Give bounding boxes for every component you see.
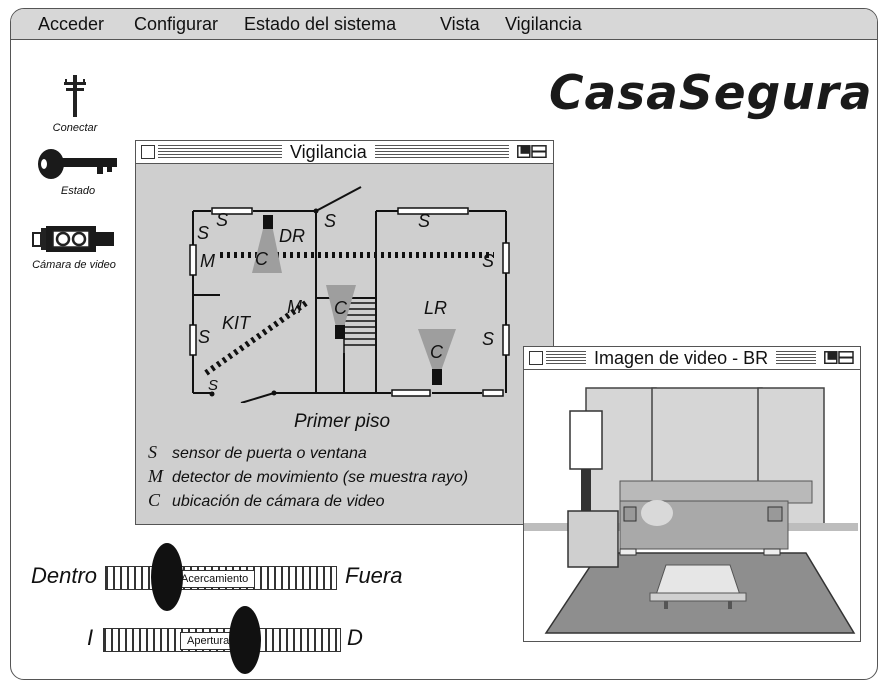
zoom-slider-knob[interactable] [151,543,184,611]
video-camera-button[interactable]: Cámara de video [15,224,133,271]
surveillance-window: Vigilancia S S S S S S S S M M C C C DR … [135,140,554,525]
zoom-slider-label: Acercamiento [174,570,256,588]
app-logo: CasaSegura [549,66,873,121]
pan-left-label: I [87,625,94,650]
pan-right-label: D [347,625,363,650]
sensor-symbol: S [216,210,228,230]
video-camera-icon [32,226,114,252]
zoom-box-icon[interactable] [517,145,547,158]
camera-symbol: C [334,298,348,318]
status-label: Estado [60,185,96,197]
zoom-in-label: Dentro [31,563,98,588]
menu-configurar[interactable]: Configurar [134,14,218,34]
legend-motion: Mdetector de movimiento (se muestra rayo… [148,466,469,486]
video-camera-label: Cámara de video [32,259,116,271]
camera-symbol: C [255,249,269,269]
sensor-symbol: S [197,223,209,243]
key-icon [38,149,117,179]
legend-sensor: Ssensor de puerta o ventana [148,442,367,462]
video-window: Imagen de video - BR [523,346,861,642]
room-label-kit: KIT [222,313,252,333]
status-button[interactable]: Estado [35,146,121,197]
connect-button[interactable]: Conectar [39,73,111,134]
zoom-box-icon[interactable] [824,351,854,364]
sensor-symbol: S [482,251,494,271]
surveillance-window-title: Vigilancia [282,142,375,162]
sensor-symbol: S [418,211,430,231]
floor-plan: S S S S S S S S M M C C C DR KIT LR [189,186,510,403]
sensor-symbol: S [208,377,218,394]
surveillance-titlebar[interactable]: Vigilancia [136,141,553,164]
zoom-slider-track[interactable]: Acercamiento [105,566,337,590]
pan-slider-knob[interactable] [228,606,261,674]
sensor-symbol: S [482,329,494,349]
motion-symbol: M [200,251,215,271]
sensor-symbol: S [324,211,336,231]
telephone-pole-icon [64,75,86,117]
pan-slider-label: Apertura [180,632,237,650]
menu-bar: Acceder Configurar Estado del sistema Vi… [11,9,877,40]
connect-label: Conectar [52,122,98,134]
menu-vigilancia[interactable]: Vigilancia [505,14,582,34]
floor-title: Primer piso [294,411,391,432]
video-window-title: Imagen de video - BR [586,348,777,368]
pan-slider-track[interactable]: Apertura [103,628,341,652]
menu-vista[interactable]: Vista [440,14,480,34]
motion-symbol: M [287,297,302,317]
legend-camera: Cubicación de cámara de video [148,490,385,510]
menu-acceder[interactable]: Acceder [38,14,104,34]
sensor-symbol: S [198,327,210,347]
room-label-lr: LR [424,298,447,318]
room-label-dr: DR [279,226,305,246]
camera-symbol: C [430,342,444,362]
app-frame: Acceder Configurar Estado del sistema Vi… [10,8,878,680]
close-box-icon[interactable] [141,145,155,159]
video-titlebar[interactable]: Imagen de video - BR [524,347,860,370]
zoom-out-label: Fuera [345,563,403,588]
video-feed-image [524,371,858,639]
menu-estado-del-sistema[interactable]: Estado del sistema [244,14,396,34]
close-box-icon[interactable] [529,351,543,365]
